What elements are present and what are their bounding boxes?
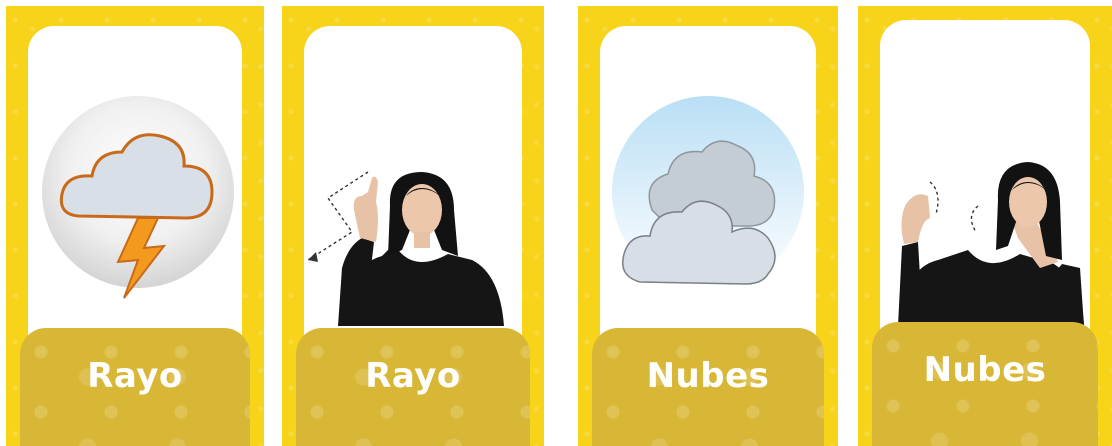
card-rayo-sign[interactable]: Rayo bbox=[282, 6, 544, 446]
card-label: Rayo bbox=[87, 356, 183, 396]
card-label: Nubes bbox=[923, 350, 1047, 390]
clouds-icon bbox=[612, 96, 804, 288]
card-rayo-icon[interactable]: Rayo bbox=[6, 6, 264, 446]
card-nubes-sign[interactable]: Nubes bbox=[858, 6, 1112, 446]
card-label: Nubes bbox=[646, 356, 770, 396]
card-label: Rayo bbox=[365, 356, 461, 396]
thunder-cloud-icon bbox=[42, 96, 234, 299]
sign-person-image bbox=[898, 162, 1084, 326]
sign-person-image bbox=[307, 171, 504, 326]
card-nubes-icon[interactable]: Nubes bbox=[578, 6, 838, 446]
